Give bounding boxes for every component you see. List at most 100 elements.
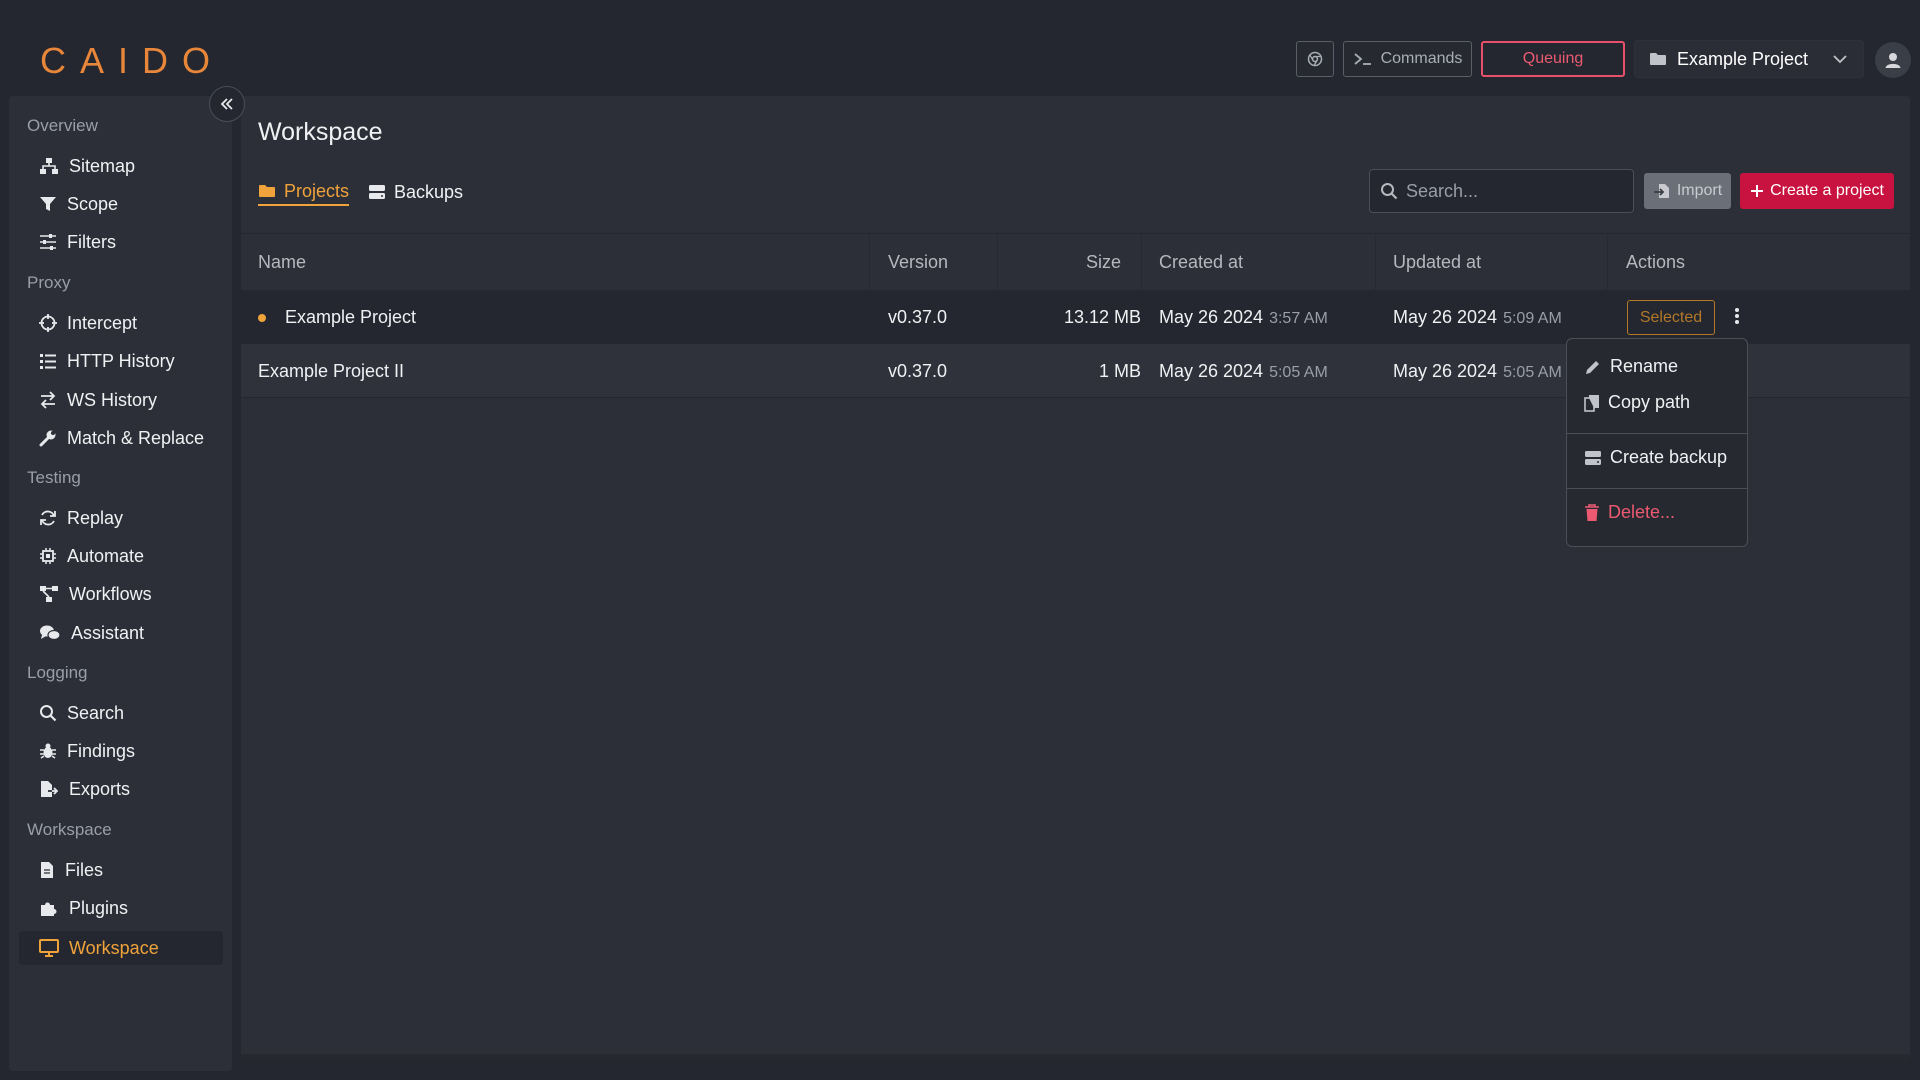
search-field[interactable]: [1369, 169, 1634, 213]
caido-logo: CAIDO: [40, 40, 225, 81]
import-button[interactable]: Import: [1644, 173, 1731, 209]
column-header-version[interactable]: Version: [888, 252, 948, 273]
sidebar-item-label: WS History: [67, 389, 157, 410]
sidebar-item-scope[interactable]: Scope: [19, 187, 223, 221]
workflow-nodes-icon: [40, 586, 58, 602]
exchange-arrows-icon: [40, 391, 56, 409]
queuing-button[interactable]: Queuing: [1481, 41, 1625, 77]
project-created-at: May 26 2024 3:57 AM: [1159, 307, 1328, 328]
table-row[interactable]: Example Project v0.37.0 13.12 MB May 26 …: [241, 290, 1910, 344]
sidebar-item-match-replace[interactable]: Match & Replace: [19, 421, 223, 455]
sidebar-item-label: Match & Replace: [67, 427, 205, 448]
workspace-panel: Workspace Projects Backups Import Create…: [241, 96, 1910, 1060]
sidebar-item-label: Files: [65, 859, 104, 880]
search-icon: [40, 705, 57, 722]
hard-drive-icon: [1585, 450, 1601, 465]
sidebar-item-ws-history[interactable]: WS History: [19, 383, 223, 417]
sidebar-item-sitemap[interactable]: Sitemap: [19, 149, 223, 183]
create-project-button[interactable]: Create a project: [1740, 173, 1894, 209]
sidebar-item-exports[interactable]: Exports: [19, 772, 223, 806]
menu-divider: [1567, 488, 1747, 489]
selected-status-badge: Selected: [1627, 300, 1715, 335]
import-label: Import: [1676, 182, 1723, 199]
browser-button[interactable]: [1296, 41, 1334, 77]
commands-label: Commands: [1380, 50, 1463, 67]
project-name: Example Project II: [258, 361, 405, 381]
tab-label: Projects: [284, 180, 350, 201]
sidebar-item-filters[interactable]: Filters: [19, 225, 223, 259]
menu-item-create-backup[interactable]: Create backup: [1584, 447, 1727, 468]
column-divider[interactable]: [1375, 234, 1376, 291]
column-header-name[interactable]: Name: [258, 252, 306, 273]
top-bar: CAIDO Commands Queuing Example Project: [0, 0, 1920, 96]
project-selector[interactable]: Example Project: [1634, 40, 1864, 78]
page-title: Workspace: [258, 118, 383, 146]
menu-item-delete[interactable]: Delete...: [1584, 502, 1675, 523]
sidebar-item-label: Workflows: [69, 583, 152, 604]
sidebar-section-testing: Testing: [27, 468, 81, 487]
copy-icon: [1584, 394, 1599, 412]
sidebar-item-label: Intercept: [67, 312, 138, 333]
project-name: Example Project: [285, 307, 417, 327]
sidebar-item-files[interactable]: Files: [19, 853, 223, 887]
search-input[interactable]: [1406, 180, 1626, 202]
column-divider[interactable]: [869, 234, 870, 291]
puzzle-piece-icon: [41, 902, 57, 916]
sidebar-item-label: HTTP History: [67, 350, 175, 371]
menu-item-rename[interactable]: Rename: [1584, 356, 1678, 377]
sidebar-item-plugins[interactable]: Plugins: [19, 891, 223, 925]
sidebar-item-findings[interactable]: Findings: [19, 734, 223, 768]
sidebar-item-assistant[interactable]: Assistant: [19, 616, 223, 650]
create-project-label: Create a project: [1770, 182, 1884, 199]
sidebar-item-label: Findings: [67, 740, 136, 761]
crosshair-icon: [39, 314, 57, 332]
sidebar-item-replay[interactable]: Replay: [19, 501, 223, 535]
sidebar-item-label: Replay: [67, 507, 124, 528]
column-divider[interactable]: [1607, 234, 1608, 291]
filter-funnel-icon: [40, 197, 56, 211]
user-avatar[interactable]: [1875, 42, 1911, 78]
created-date: May 26 2024: [1159, 361, 1264, 381]
sidebar-item-label: Exports: [69, 778, 131, 799]
menu-item-copy-path[interactable]: Copy path: [1584, 392, 1690, 413]
sidebar-item-workflows[interactable]: Workflows: [19, 577, 223, 611]
search-icon: [1381, 183, 1398, 200]
double-chevron-left-icon: [220, 98, 233, 110]
file-import-icon: [1653, 184, 1669, 198]
wrench-icon: [39, 430, 56, 447]
sidebar-item-label: Automate: [67, 545, 145, 566]
sidebar-item-label: Workspace: [69, 937, 159, 958]
column-divider[interactable]: [997, 234, 998, 291]
project-updated-at: May 26 2024 5:05 AM: [1393, 361, 1562, 382]
sidebar-item-workspace[interactable]: Workspace: [19, 931, 223, 965]
chevron-down-icon: [1833, 55, 1847, 64]
sidebar-item-label: Filters: [67, 231, 116, 252]
current-project-indicator: [258, 314, 266, 322]
sidebar-section-overview: Overview: [27, 116, 98, 135]
sidebar: Overview Sitemap Scope Filters Proxy Int…: [9, 96, 232, 1071]
project-context-menu: Rename Copy path Create backup Delete...: [1566, 338, 1748, 547]
sidebar-item-intercept[interactable]: Intercept: [19, 306, 223, 340]
sidebar-item-label: Search: [67, 702, 125, 723]
folder-icon: [1650, 53, 1666, 65]
sidebar-item-search[interactable]: Search: [19, 696, 223, 730]
column-divider[interactable]: [1141, 234, 1142, 291]
column-header-updated-at[interactable]: Updated at: [1393, 252, 1481, 273]
collapse-sidebar-button[interactable]: [209, 86, 245, 122]
tab-projects[interactable]: Projects: [258, 178, 350, 206]
project-size: 1 MB: [1098, 361, 1141, 381]
commands-button[interactable]: Commands: [1343, 41, 1472, 77]
file-icon: [41, 862, 53, 878]
sitemap-icon: [40, 158, 58, 174]
tab-backups[interactable]: Backups: [368, 178, 463, 206]
updated-date: May 26 2024: [1393, 307, 1498, 327]
sidebar-item-automate[interactable]: Automate: [19, 539, 223, 573]
sidebar-item-http-history[interactable]: HTTP History: [19, 344, 223, 378]
chat-bubbles-icon: [40, 625, 61, 641]
column-header-created-at[interactable]: Created at: [1159, 252, 1243, 273]
row-actions-button[interactable]: [1734, 306, 1740, 331]
project-updated-at: May 26 2024 5:09 AM: [1393, 307, 1562, 328]
refresh-icon: [40, 510, 56, 526]
column-header-size[interactable]: Size: [1086, 252, 1121, 273]
pencil-icon: [1586, 360, 1599, 374]
